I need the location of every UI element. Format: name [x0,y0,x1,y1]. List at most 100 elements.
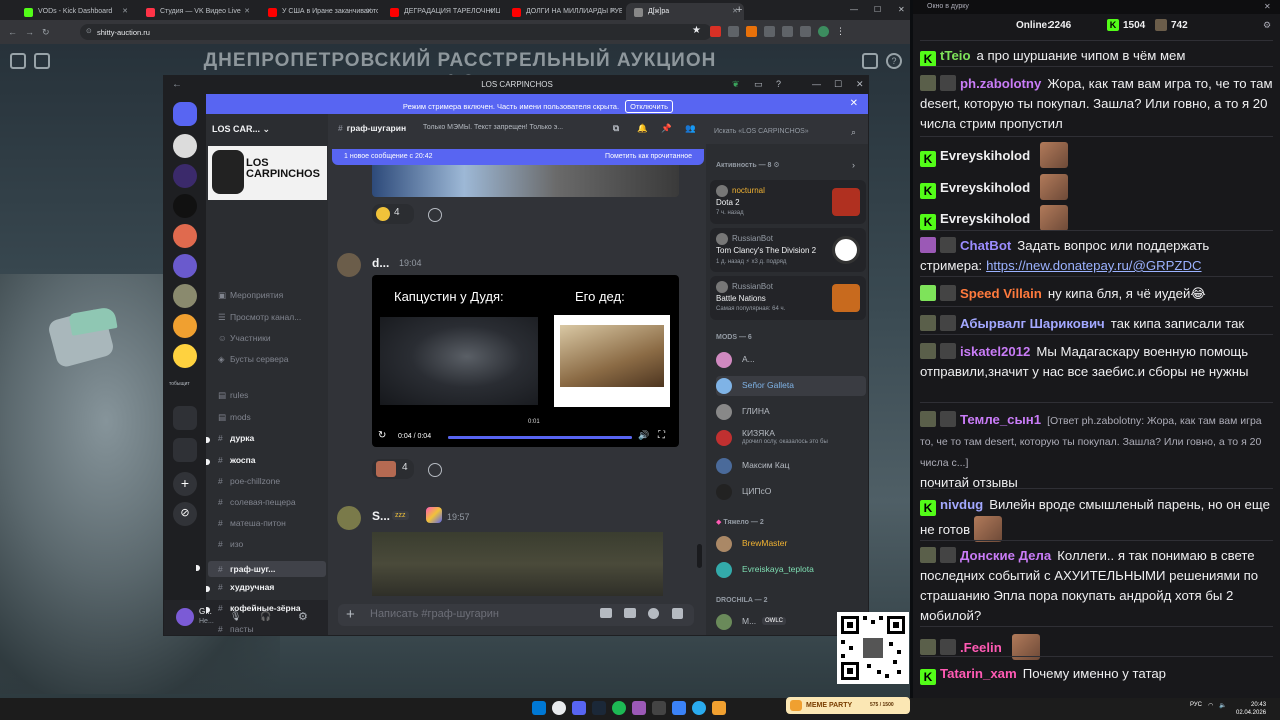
chat-username[interactable]: Evreyskiholod [940,180,1030,195]
close-tab-icon[interactable]: ✕ [610,7,616,15]
member-item[interactable]: BrewMaster [716,534,866,554]
close-button[interactable]: ✕ [856,79,864,90]
discover-icon[interactable]: ⊘ [173,502,197,526]
extension-icon[interactable] [800,26,811,37]
gear-icon[interactable]: ⚙ [773,162,779,169]
chat-username[interactable]: Speed Villain [960,286,1042,301]
chat-username[interactable]: ChatBot [960,238,1011,253]
pin-icon[interactable]: 📌 [661,123,672,134]
disable-streamer-button[interactable]: Отключить [625,100,674,113]
threads-icon[interactable]: ⧉ [613,123,619,134]
back-icon[interactable]: ← [172,79,182,90]
chat-username[interactable]: Evreyskiholod [940,148,1030,163]
server-icon[interactable] [173,224,197,248]
profile-avatar[interactable] [818,26,829,37]
server-icon[interactable] [173,254,197,278]
wifi-icon[interactable]: ◠ [1208,702,1213,709]
chat-username[interactable]: Абырвалг Шарикович [960,316,1105,331]
volume-icon[interactable]: 🔈 [1219,702,1226,709]
message-author[interactable]: d... [372,256,389,270]
extension-icon[interactable] [728,26,739,37]
channel-2[interactable]: ☺ Участники [218,333,271,343]
help-icon[interactable]: ? [886,53,902,69]
channel-1[interactable]: ☰ Просмотр канал... [218,312,301,323]
browser-tab[interactable]: VODs - Kick Dashboard ✕ [16,3,134,20]
steam-icon[interactable] [592,701,606,715]
new-messages-bar[interactable]: 1 новое сообщение с 20:42 Пометить как п… [332,149,704,165]
close-tab-icon[interactable]: ✕ [488,7,494,15]
chrome-icon[interactable] [552,701,566,715]
video-progress-track[interactable] [448,436,632,439]
avatar[interactable] [337,506,361,530]
fullscreen-icon[interactable]: ⛶ [658,430,665,441]
telegram-icon[interactable] [692,701,706,715]
chat-link[interactable]: https://new.donatepay.ru/@GRPZDC [986,258,1201,273]
app-icon[interactable] [632,701,646,715]
gear-icon[interactable]: ⚙ [1263,20,1271,31]
channel-4[interactable]: ▤ rules [218,390,248,401]
browser-tab[interactable]: ДЕГРАДАЦИЯ ТАРЕЛОЧНИЦ ✕ [382,3,500,20]
member-item[interactable]: A... [716,350,866,370]
extension-icon[interactable] [782,26,793,37]
spotify-icon[interactable] [612,701,626,715]
discord-icon[interactable] [572,701,586,715]
chat-username[interactable]: Tatarin_xam [940,666,1017,681]
server-icon[interactable] [173,314,197,338]
monitor-icon[interactable]: ▭ [754,79,763,90]
add-reaction-icon[interactable] [428,463,442,477]
scrollbar[interactable] [697,544,702,568]
attachment-image[interactable] [372,532,663,596]
channel-10[interactable]: # матеша-питон [218,518,286,528]
channel-7[interactable]: # жоспа [206,455,255,465]
chat-username[interactable]: ph.zabolotny [960,76,1041,91]
server-icon[interactable] [173,194,197,218]
server-folder[interactable] [173,406,197,430]
close-tab-icon[interactable]: ✕ [244,7,250,15]
leaf-icon[interactable]: ❦ [732,79,740,90]
activity-card[interactable]: nocturnal Dota 2 7 ч. назад [710,180,866,224]
discord-home-icon[interactable] [173,102,197,126]
channel-14[interactable]: # кофейные-зёрна [206,603,301,613]
channel-13[interactable]: # худручная [206,582,274,592]
lang-indicator[interactable]: РУС [1190,702,1202,709]
video-player[interactable]: Капцустин у Дудя: Его дед: 0:01 ↻ 0:04 /… [372,275,679,447]
bookmark-star-icon[interactable]: ★ [692,26,703,37]
chat-username[interactable]: Донские Дела [960,548,1051,563]
activity-card[interactable]: RussianBot Tom Clancy's The Division 2 1 д… [710,228,866,272]
close-tab-icon[interactable]: ✕ [122,7,128,15]
chat-username[interactable]: Темле_сын1 [960,412,1041,427]
attachment-image[interactable] [372,165,679,197]
member-item[interactable]: Максим Кац [716,456,866,476]
browser-tab[interactable]: Студия — VK Видео Live ✕ [138,3,256,20]
server-name[interactable]: LOS CAR... ⌄ [212,124,270,135]
chat-username[interactable]: iskatel2012 [960,344,1030,359]
chat-username[interactable]: nivdug [940,497,983,512]
browser-tab[interactable]: ДОЛГИ НА МИЛЛИАРДЫ РУБ ✕ [504,3,622,20]
close-tab-icon[interactable]: ✕ [366,7,372,15]
add-reaction-icon[interactable] [428,208,442,222]
panel-icon[interactable] [10,53,26,69]
meme-party-widget[interactable]: MEME PARTY 575 / 1500 [786,697,910,714]
minimize-button[interactable]: — [850,5,858,14]
server-icon[interactable] [173,164,197,188]
channel-9[interactable]: # солевая-пещера [218,497,296,507]
extension-icon[interactable] [764,26,775,37]
avatar[interactable] [337,253,361,277]
folder-icon[interactable] [712,701,726,715]
menu-icon[interactable]: ⋮ [836,26,847,37]
close-button[interactable]: ✕ [1264,2,1271,11]
browser-tab[interactable]: Д[ж]ра ✕ [626,3,744,20]
gif-icon[interactable] [624,608,636,618]
chevron-right-icon[interactable]: › [852,160,855,170]
channel-0[interactable]: ▣ Мероприятия [218,290,283,301]
member-item[interactable]: КИЗЯКА дрочил ослу, оказалось это бы [716,428,866,448]
channel-8[interactable]: # poe-chillzone [218,476,280,486]
mark-read-button[interactable]: Пометить как прочитанное [605,153,692,160]
message-author[interactable]: S... [372,509,390,523]
channel-5[interactable]: ▤ mods [218,412,251,423]
settings-icon[interactable] [862,53,878,69]
maximize-button[interactable]: ☐ [834,79,842,90]
channel-11[interactable]: # изо [218,539,243,549]
close-icon[interactable]: ✕ [850,98,858,109]
member-item[interactable]: Señor Galleta [716,376,866,396]
